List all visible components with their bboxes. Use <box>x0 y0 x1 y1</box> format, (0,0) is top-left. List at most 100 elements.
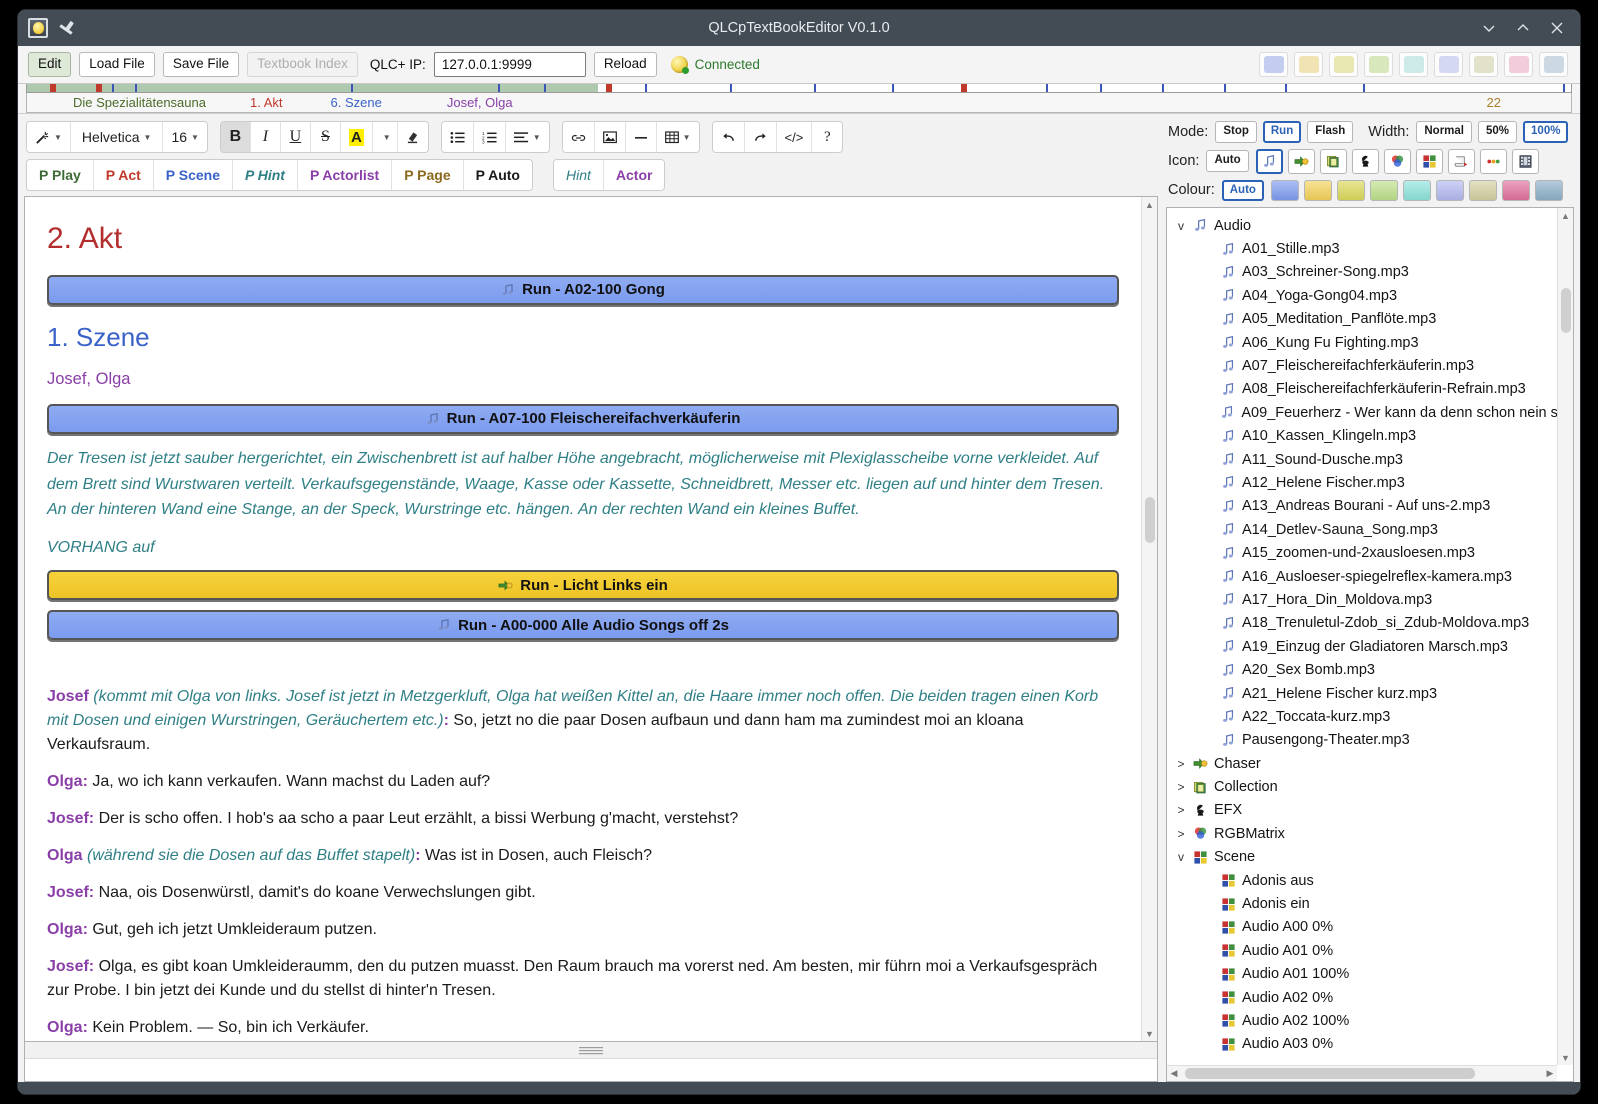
tree-scroll-down-arrow[interactable]: ▼ <box>1558 1050 1573 1065</box>
text-colour-dropdown[interactable]: ▼ <box>372 122 398 152</box>
colour-option[interactable] <box>1468 179 1497 201</box>
icon-option-sequence[interactable] <box>1479 148 1507 174</box>
font-family-select[interactable]: Helvetica ▼ <box>70 122 164 152</box>
tree-item[interactable]: > EFX <box>1171 799 1557 822</box>
scroll-thumb[interactable] <box>1145 497 1155 543</box>
font-size-select[interactable]: 16 ▼ <box>163 122 207 152</box>
quick-colour-swatch[interactable] <box>1469 52 1498 77</box>
horizontal-rule-icon[interactable] <box>625 122 657 152</box>
breadcrumb-act[interactable]: 1. Akt <box>206 95 283 110</box>
mode-button-run[interactable]: Run <box>1262 121 1302 143</box>
tree-item[interactable]: A15_zoomen-und-2xausloesen.mp3 <box>1171 541 1557 564</box>
help-icon[interactable]: ? <box>812 122 843 152</box>
document-horizontal-scroll-area[interactable] <box>24 1042 1158 1082</box>
style-button-p-page[interactable]: P Page <box>392 160 464 190</box>
quick-colour-swatch[interactable] <box>1504 52 1533 77</box>
text-colour-button[interactable]: A <box>340 122 373 152</box>
width-button-50pct[interactable]: 50% <box>1478 121 1518 143</box>
twisty-collapsed-icon[interactable]: > <box>1175 803 1187 817</box>
tree-item[interactable]: Audio A03 0% <box>1171 1033 1557 1056</box>
tree-item[interactable]: A06_Kung Fu Fighting.mp3 <box>1171 331 1557 354</box>
cue-button[interactable]: Run - A00-000 Alle Audio Songs off 2s <box>47 610 1119 641</box>
italic-button[interactable]: I <box>250 122 281 152</box>
code-icon[interactable]: </> <box>776 122 813 152</box>
close-icon[interactable] <box>1548 19 1566 37</box>
quick-colour-swatch[interactable] <box>1294 52 1323 77</box>
tree-item[interactable]: Adonis ein <box>1171 892 1557 915</box>
tree-item[interactable]: Pausengong-Theater.mp3 <box>1171 729 1557 752</box>
tree-item[interactable]: Audio A02 0% <box>1171 986 1557 1009</box>
tree-item[interactable]: A18_Trenuletul-Zdob_si_Zdub-Moldova.mp3 <box>1171 612 1557 635</box>
tree-item[interactable]: A22_Toccata-kurz.mp3 <box>1171 705 1557 728</box>
function-tree[interactable]: v Audio A01_Stille.mp3 A03_Schreiner-Song.m… <box>1167 208 1557 1065</box>
colour-auto-button[interactable]: Auto <box>1221 179 1264 201</box>
table-icon[interactable]: ▼ <box>656 122 699 152</box>
colour-option[interactable] <box>1336 179 1365 201</box>
twisty-collapsed-icon[interactable]: > <box>1175 780 1187 794</box>
tree-item[interactable]: A14_Detlev-Sauna_Song.mp3 <box>1171 518 1557 541</box>
tree-scroll-left-arrow[interactable]: ◀ <box>1167 1068 1181 1079</box>
style-button-actor[interactable]: Actor <box>603 160 665 190</box>
icon-option-scene[interactable] <box>1415 148 1443 174</box>
tree-item[interactable]: Audio A02 100% <box>1171 1009 1557 1032</box>
scroll-down-arrow[interactable]: ▼ <box>1142 1026 1157 1041</box>
icon-option-music-note[interactable] <box>1255 148 1283 174</box>
colour-option[interactable] <box>1402 179 1431 201</box>
redo-icon[interactable] <box>744 122 777 152</box>
style-button-p-act[interactable]: P Act <box>93 160 154 190</box>
bullet-list-icon[interactable] <box>441 122 474 152</box>
align-left-icon[interactable]: ▼ <box>505 122 549 152</box>
twisty-expanded-icon[interactable]: v <box>1175 219 1187 233</box>
chevron-down-icon[interactable] <box>1480 19 1498 37</box>
tree-item[interactable]: > Chaser <box>1171 752 1557 775</box>
tree-hscroll-thumb[interactable] <box>1185 1068 1475 1079</box>
tree-item[interactable]: A07_Fleischereifachferkäuferin.mp3 <box>1171 354 1557 377</box>
style-button-hint[interactable]: Hint <box>553 160 604 190</box>
breadcrumb-actors[interactable]: Josef, Olga <box>382 95 513 110</box>
quick-colour-swatch[interactable] <box>1434 52 1463 77</box>
quick-colour-swatch[interactable] <box>1364 52 1393 77</box>
cue-button[interactable]: Run - A07-100 Fleischereifachverkäuferin <box>47 404 1119 435</box>
tree-item[interactable]: A20_Sex Bomb.mp3 <box>1171 658 1557 681</box>
colour-option[interactable] <box>1534 179 1563 201</box>
tree-scroll-up-arrow[interactable]: ▲ <box>1558 208 1573 223</box>
tree-item[interactable]: A12_Helene Fischer.mp3 <box>1171 471 1557 494</box>
undo-icon[interactable] <box>712 122 745 152</box>
quick-colour-swatch[interactable] <box>1329 52 1358 77</box>
colour-option[interactable] <box>1270 179 1299 201</box>
load-file-button[interactable]: Load File <box>79 52 155 77</box>
tree-scrollbar-horizontal[interactable]: ◀ ▶ <box>1167 1065 1557 1081</box>
position-progress-bar[interactable] <box>26 84 1572 93</box>
tree-item[interactable]: A17_Hora_Din_Moldova.mp3 <box>1171 588 1557 611</box>
tree-item[interactable]: Adonis aus <box>1171 869 1557 892</box>
document-body[interactable]: 2. Akt Run - A02-100 Gong 1. Szene Josef… <box>25 197 1141 1041</box>
tree-item[interactable]: v Scene <box>1171 846 1557 869</box>
width-button-normal[interactable]: Normal <box>1416 121 1472 143</box>
tree-scroll-right-arrow[interactable]: ▶ <box>1543 1068 1557 1079</box>
twisty-collapsed-icon[interactable]: > <box>1175 757 1187 771</box>
style-button-p-scene[interactable]: P Scene <box>153 160 234 190</box>
link-icon[interactable] <box>562 122 595 152</box>
numbered-list-icon[interactable]: 123 <box>473 122 506 152</box>
cue-button[interactable]: Run - Licht Links ein <box>47 570 1119 601</box>
document-scrollbar-vertical[interactable]: ▲ ▼ <box>1141 197 1157 1041</box>
quick-colour-swatch[interactable] <box>1539 52 1568 77</box>
scroll-up-arrow[interactable]: ▲ <box>1142 197 1157 212</box>
tree-item[interactable]: A11_Sound-Dusche.mp3 <box>1171 448 1557 471</box>
navigation-strip[interactable]: Die Spezialitätensauna 1. Akt 6. Szene J… <box>18 84 1580 114</box>
mode-button-stop[interactable]: Stop <box>1215 121 1257 143</box>
style-button-p-hint[interactable]: P Hint <box>233 160 298 190</box>
pin-icon[interactable] <box>58 20 74 36</box>
tree-item[interactable]: > Collection <box>1171 775 1557 798</box>
icon-option-video[interactable] <box>1511 148 1539 174</box>
tree-item[interactable]: v Audio <box>1171 214 1557 237</box>
icon-auto-button[interactable]: Auto <box>1206 150 1249 172</box>
tree-item[interactable]: A03_Schreiner-Song.mp3 <box>1171 261 1557 284</box>
underline-button[interactable]: U <box>280 122 311 152</box>
tree-item[interactable]: A09_Feuerherz - Wer kann da denn schon n… <box>1171 401 1557 424</box>
style-button-p-auto[interactable]: P Auto <box>463 160 532 190</box>
chevron-up-icon[interactable] <box>1514 19 1532 37</box>
tree-item[interactable]: Audio A00 0% <box>1171 916 1557 939</box>
icon-option-rgbmatrix[interactable] <box>1383 148 1411 174</box>
twisty-expanded-icon[interactable]: v <box>1175 850 1187 864</box>
